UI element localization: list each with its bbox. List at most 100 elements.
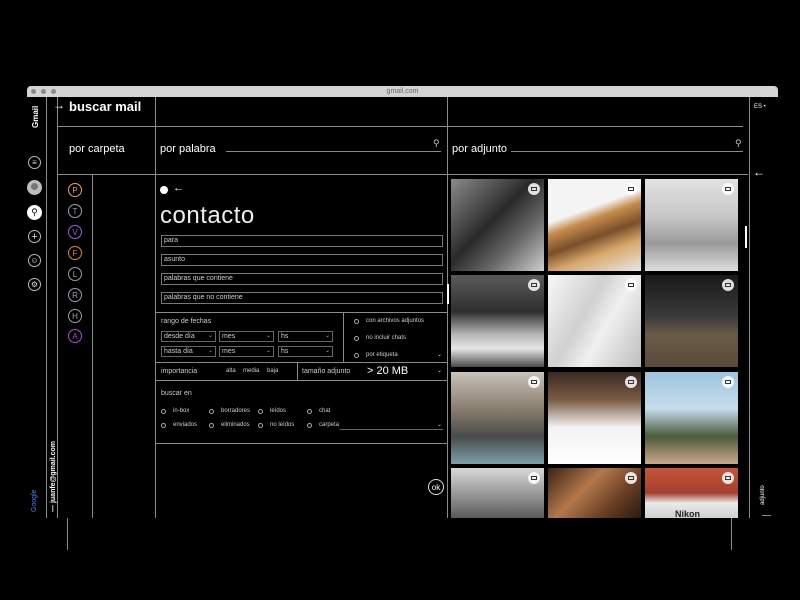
form-heading: contacto [160, 202, 255, 229]
mail-icon[interactable] [528, 183, 540, 195]
folder-item[interactable]: P [68, 183, 82, 197]
no-leidos-label: no leídos [270, 422, 295, 428]
mail-icon[interactable] [722, 472, 734, 484]
chevron-down-icon[interactable]: ⌄ [437, 421, 442, 428]
importancia-media[interactable]: media [243, 368, 259, 374]
ok-button[interactable]: ok [428, 479, 444, 495]
chat-radio[interactable] [307, 409, 312, 414]
settings-gear-icon[interactable]: ⚙ [28, 278, 41, 291]
photo-woman[interactable] [645, 275, 738, 367]
folder-item[interactable]: L [68, 267, 82, 281]
chevron-down-icon[interactable]: ⌄ [437, 367, 442, 374]
photo-leopard[interactable] [548, 179, 641, 271]
tamano-value[interactable]: > 20 MB [367, 365, 408, 377]
folder-item[interactable]: R [68, 288, 82, 302]
enviados-radio[interactable] [161, 423, 166, 428]
grid-scrollbar[interactable] [745, 226, 747, 248]
folder-item[interactable]: F [68, 246, 82, 260]
photo-facade[interactable] [548, 372, 641, 464]
chevron-down-icon[interactable]: ⌄ [437, 351, 442, 358]
browser-bar: gmail.com [27, 86, 778, 97]
chat-label: chat [319, 408, 331, 414]
no-chats-label: no incluir chats [366, 335, 407, 341]
close-icon[interactable] [160, 186, 168, 194]
para-field[interactable]: para [161, 235, 443, 247]
back-arrow-icon[interactable]: → [53, 98, 65, 112]
photo-statue[interactable] [451, 468, 544, 518]
google-logo: Google [31, 489, 38, 512]
tab-por-palabra[interactable]: por palabra [160, 143, 216, 155]
leidos-radio[interactable] [258, 409, 263, 414]
desde-dia-select[interactable]: desde día ⌄ [161, 331, 216, 342]
search-icon[interactable]: ⚲ [433, 138, 440, 149]
palabra-search-input[interactable] [226, 151, 441, 152]
con-adjuntos-label: con archivos adjuntos [366, 318, 425, 324]
no-chats-radio[interactable] [354, 336, 359, 341]
hasta-dia-select[interactable]: hasta día ⌄ [161, 346, 216, 357]
folder-item[interactable]: A [68, 329, 82, 343]
photo-palms[interactable] [645, 372, 738, 464]
tab-por-adjunto[interactable]: por adjunto [452, 143, 507, 155]
mail-icon[interactable] [722, 279, 734, 291]
photo-car[interactable] [451, 275, 544, 367]
photo-nikon[interactable]: Nikon [645, 468, 738, 518]
photo-architecture[interactable] [548, 275, 641, 367]
con-adjuntos-radio[interactable] [354, 319, 359, 324]
hasta-mes-select[interactable]: mes ⌄ [219, 346, 274, 357]
add-icon[interactable]: + [28, 230, 41, 243]
mail-icon[interactable] [722, 376, 734, 388]
contiene-field[interactable]: palabras que contiene [161, 273, 443, 285]
hasta-hs-select[interactable]: hs ⌄ [278, 346, 333, 357]
etiqueta-radio[interactable] [354, 353, 359, 358]
no-contiene-field[interactable]: palabras que no contiene [161, 292, 443, 304]
scrollbar[interactable] [447, 284, 449, 304]
search-icon[interactable]: ⚲ [27, 205, 42, 220]
carpeta-label[interactable]: carpeta [319, 422, 339, 428]
importancia-baja[interactable]: baja [267, 368, 278, 374]
desde-hs-select[interactable]: hs ⌄ [278, 331, 333, 342]
buscar-en-label: buscar en [161, 390, 192, 397]
folder-item[interactable]: T [68, 204, 82, 218]
mail-icon[interactable] [528, 472, 540, 484]
search-icon[interactable]: ⚲ [735, 138, 742, 149]
photo-couple[interactable] [451, 179, 544, 271]
mail-icon[interactable] [625, 183, 637, 195]
mail-icon[interactable] [528, 279, 540, 291]
mail-icon[interactable] [625, 376, 637, 388]
photo-arches[interactable] [451, 372, 544, 464]
inbox-label: in-box [173, 408, 190, 414]
etiqueta-label[interactable]: por etiqueta [366, 352, 398, 358]
contacts-icon[interactable]: ☺ [28, 254, 41, 267]
browser-url: gmail.com [386, 88, 419, 95]
gmail-logo: Gmail [31, 105, 40, 128]
photo-building[interactable] [645, 179, 738, 271]
menu-icon[interactable]: ≡ [28, 156, 41, 169]
tab-por-carpeta[interactable]: por carpeta [69, 143, 125, 155]
folder-item[interactable]: H [68, 309, 82, 323]
importancia-label: importancia [161, 368, 198, 375]
mail-icon[interactable] [625, 472, 637, 484]
avatar[interactable] [27, 180, 42, 195]
photo-stairs[interactable] [548, 468, 641, 518]
mail-icon[interactable] [722, 183, 734, 195]
folder-item[interactable]: V [68, 225, 82, 239]
mail-icon[interactable] [528, 376, 540, 388]
enviados-label: enviados [173, 422, 198, 428]
eliminados-radio[interactable] [209, 423, 214, 428]
page-title: buscar mail [69, 99, 142, 114]
adjunto-search-input[interactable] [511, 151, 743, 152]
inbox-radio[interactable] [161, 409, 166, 414]
eliminados-label: eliminados [221, 422, 250, 428]
adjunto-vertical-label: adjunto [760, 485, 766, 505]
no-leidos-radio[interactable] [258, 423, 263, 428]
borradores-label: borradores [221, 408, 251, 414]
importancia-alta[interactable]: alta [226, 368, 236, 374]
back-arrow-icon[interactable]: ← [173, 182, 184, 194]
carpeta-radio[interactable] [307, 423, 312, 428]
collapse-arrow-icon[interactable]: ← [753, 165, 765, 179]
desde-mes-select[interactable]: mes ⌄ [219, 331, 274, 342]
language-toggle[interactable]: ES • [754, 104, 766, 110]
asunto-field[interactable]: asunto [161, 254, 443, 266]
borradores-radio[interactable] [209, 409, 214, 414]
mail-icon[interactable] [625, 279, 637, 291]
